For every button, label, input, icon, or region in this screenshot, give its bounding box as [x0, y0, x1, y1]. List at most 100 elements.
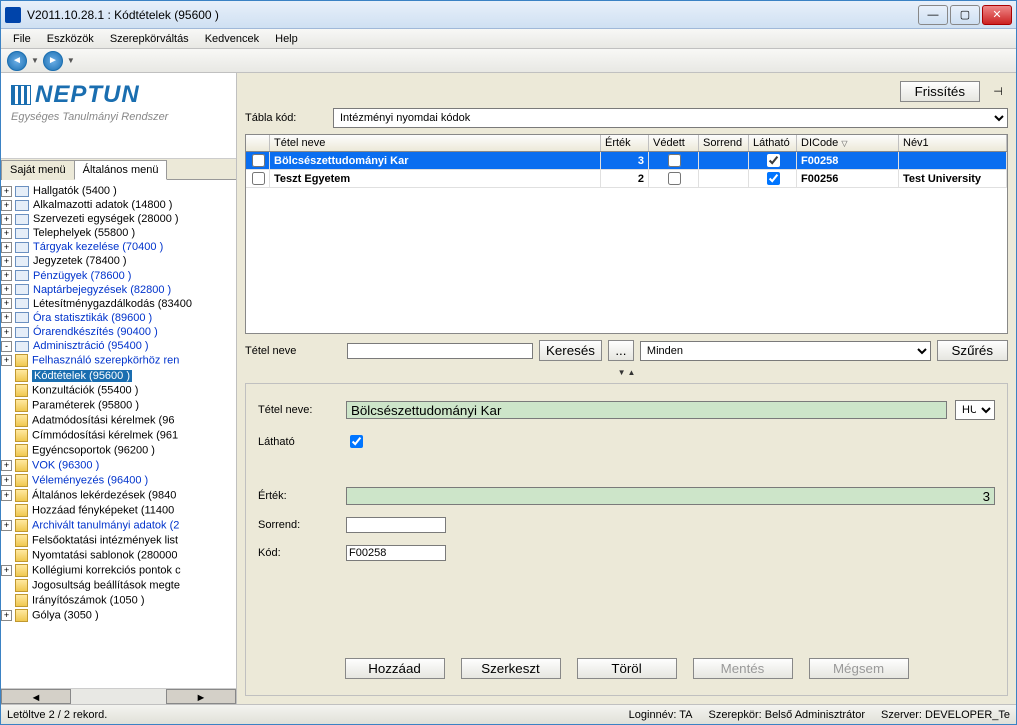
tree-item[interactable]: +Telephelyek (55800 ) [1, 226, 236, 240]
tree-expander-icon[interactable]: + [1, 200, 12, 211]
col-dicode[interactable]: DICode ▽ [797, 135, 899, 151]
table-row[interactable]: Bölcsészettudományi Kar3F00258 [246, 152, 1007, 170]
hscroll-left-button[interactable]: ◄ [1, 689, 71, 704]
tree-item[interactable]: Irányítószámok (1050 ) [1, 593, 236, 608]
tree-item[interactable]: Egyéncsoportok (96200 ) [1, 443, 236, 458]
tab-own-menu[interactable]: Saját menü [1, 160, 75, 180]
tree-item[interactable]: +Naptárbejegyzések (82800 ) [1, 283, 236, 297]
tree-item-label[interactable]: Óra statisztikák (89600 ) [33, 312, 152, 324]
tree-item-label[interactable]: Kollégiumi korrekciós pontok c [32, 565, 181, 577]
minimize-button[interactable]: — [918, 5, 948, 25]
table-row[interactable]: Teszt Egyetem2F00256Test University [246, 170, 1007, 188]
detail-lang-select[interactable]: HU [955, 400, 995, 420]
col-name1[interactable]: Név1 [899, 135, 1007, 151]
tree-item-label[interactable]: VOK (96300 ) [32, 460, 99, 472]
detail-code-input[interactable] [346, 545, 446, 561]
tree-item[interactable]: Paraméterek (95800 ) [1, 398, 236, 413]
tree-item-label[interactable]: Órarendkészítés (90400 ) [33, 326, 158, 338]
tree-item-label[interactable]: Létesítménygazdálkodás (83400 [33, 298, 192, 310]
filter-input[interactable] [347, 343, 533, 359]
tree-item-label[interactable]: Archivált tanulmányi adatok (2 [32, 520, 179, 532]
tree-item[interactable]: + Alkalmazotti adatok (14800 ) [1, 198, 236, 212]
tablakod-select[interactable]: Intézményi nyomdai kódok [333, 108, 1008, 128]
row-checkbox[interactable] [252, 172, 265, 185]
tree-expander-icon[interactable]: + [1, 355, 12, 366]
tree-item[interactable]: + Létesítménygazdálkodás (83400 [1, 297, 236, 311]
tree-expander-icon[interactable]: + [1, 475, 12, 486]
tree-item-label[interactable]: Naptárbejegyzések (82800 ) [33, 284, 171, 296]
tree-item[interactable]: + Jegyzetek (78400 ) [1, 254, 236, 268]
row-visible-checkbox[interactable] [767, 154, 780, 167]
nav-forward-dropdown-icon[interactable]: ▼ [67, 56, 75, 65]
tree-item-label[interactable]: Nyomtatási sablonok (280000 [32, 550, 178, 562]
tree-item-label[interactable]: Hallgatók (5400 ) [33, 185, 117, 197]
tree-item[interactable]: + Órarendkészítés (90400 ) [1, 325, 236, 339]
splitter-handle[interactable]: ▼▲ [245, 367, 1008, 377]
tree-item[interactable]: Címmódosítási kérelmek (961 [1, 428, 236, 443]
tree-item-label[interactable]: Általános lekérdezések (9840 [32, 490, 176, 502]
hscroll-right-button[interactable]: ► [166, 689, 236, 704]
tree-item[interactable]: + Felhasználó szerepkörhöz ren [1, 353, 236, 368]
detail-value-input[interactable] [346, 487, 995, 505]
row-checkbox[interactable] [252, 154, 265, 167]
filter-scope-select[interactable]: Minden [640, 341, 931, 361]
tree-item-label[interactable]: Adminisztráció (95400 ) [33, 340, 149, 352]
tree-expander-icon[interactable]: + [1, 460, 12, 471]
tree-item-label[interactable]: Felsőoktatási intézmények list [32, 535, 178, 547]
tree-item-label[interactable]: Tárgyak kezelése (70400 ) [33, 241, 163, 253]
col-value[interactable]: Érték [601, 135, 649, 151]
row-visible-checkbox[interactable] [767, 172, 780, 185]
tree-item-label[interactable]: Alkalmazotti adatok (14800 ) [33, 199, 172, 211]
tree-item[interactable]: - Adminisztráció (95400 ) [1, 339, 236, 353]
maximize-button[interactable]: ▢ [950, 5, 980, 25]
tree-item-label[interactable]: Irányítószámok (1050 ) [32, 595, 145, 607]
tree-expander-icon[interactable]: + [1, 298, 12, 309]
tree-item[interactable]: + Tárgyak kezelése (70400 ) [1, 240, 236, 254]
tree-item-label[interactable]: Kódtételek (95600 ) [32, 370, 132, 382]
tree-item[interactable]: + Véleményezés (96400 ) [1, 473, 236, 488]
tree-expander-icon[interactable]: + [1, 610, 12, 621]
col-checkbox[interactable] [246, 135, 270, 151]
tree-item[interactable]: + Kollégiumi korrekciós pontok c [1, 563, 236, 578]
row-protected-checkbox[interactable] [668, 154, 681, 167]
edit-button[interactable]: Szerkeszt [461, 658, 561, 679]
tree-expander-icon[interactable]: + [1, 565, 12, 576]
tree-item-label[interactable]: Szervezeti egységek (28000 ) [33, 213, 179, 225]
tree-item-label[interactable]: Paraméterek (95800 ) [32, 400, 139, 412]
tree-item[interactable]: Nyomtatási sablonok (280000 [1, 548, 236, 563]
tree-item-label[interactable]: Véleményezés (96400 ) [32, 475, 148, 487]
tree-item[interactable]: +Szervezeti egységek (28000 ) [1, 212, 236, 226]
tree-item-label[interactable]: Pénzügyek (78600 ) [33, 270, 131, 282]
tree-item[interactable]: Jogosultság beállítások megte [1, 578, 236, 593]
tree-item[interactable]: Kódtételek (95600 ) [1, 368, 236, 383]
tree-item[interactable]: +Gólya (3050 ) [1, 608, 236, 623]
detail-name-input[interactable] [346, 401, 947, 419]
tree-expander-icon[interactable]: + [1, 490, 12, 501]
tree-item-label[interactable]: Egyéncsoportok (96200 ) [32, 445, 155, 457]
tree-item-label[interactable]: Felhasználó szerepkörhöz ren [32, 355, 179, 367]
tree-expander-icon[interactable]: + [1, 256, 12, 267]
tree-item-label[interactable]: Adatmódosítási kérelmek (96 [32, 415, 174, 427]
tree-item-label[interactable]: Jegyzetek (78400 ) [33, 256, 127, 268]
tree-item-label[interactable]: Konzultációk (55400 ) [32, 385, 138, 397]
tree-item[interactable]: + Általános lekérdezések (9840 [1, 488, 236, 503]
pin-icon[interactable]: ⊣ [988, 82, 1008, 102]
refresh-button[interactable]: Frissítés [900, 81, 980, 102]
tree-expander-icon[interactable]: - [1, 341, 12, 352]
nav-back-dropdown-icon[interactable]: ▼ [31, 56, 39, 65]
tree-expander-icon[interactable]: + [1, 270, 12, 281]
tree-item[interactable]: Hozzáad fényképeket (11400 [1, 503, 236, 518]
tree-expander-icon[interactable]: + [1, 520, 12, 531]
tree-item[interactable]: Adatmódosítási kérelmek (96 [1, 413, 236, 428]
tree-expander-icon[interactable]: + [1, 242, 12, 253]
close-button[interactable]: ✕ [982, 5, 1012, 25]
tree-scroll[interactable]: + Hallgatók (5400 ) + Alkalmazotti adatok (… [1, 180, 236, 688]
tab-general-menu[interactable]: Általános menü [74, 160, 168, 180]
hscroll-track[interactable] [71, 689, 166, 704]
tree-expander-icon[interactable]: + [1, 327, 12, 338]
detail-order-input[interactable] [346, 517, 446, 533]
col-name[interactable]: Tétel neve [270, 135, 601, 151]
tree-item-label[interactable]: Jogosultság beállítások megte [32, 580, 180, 592]
tree-item[interactable]: + Pénzügyek (78600 ) [1, 269, 236, 283]
menu-help[interactable]: Help [267, 31, 306, 47]
